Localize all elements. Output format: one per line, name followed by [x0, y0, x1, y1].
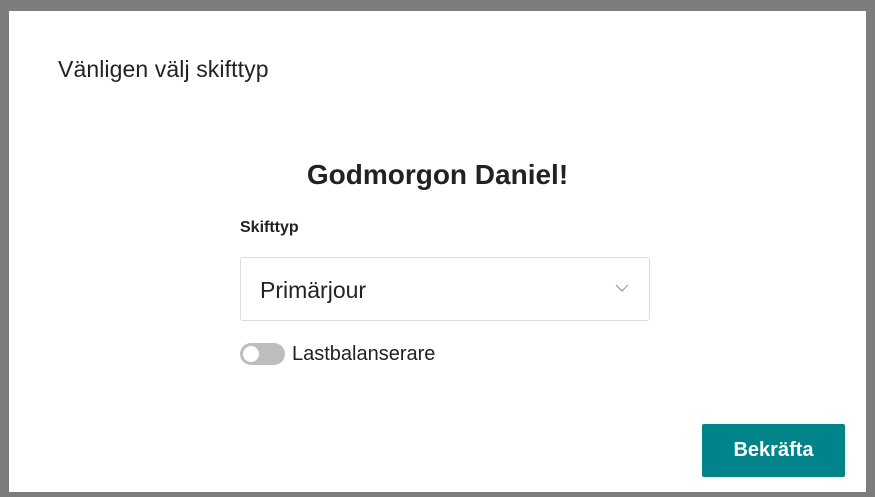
shift-type-label: Skifttyp [240, 219, 299, 236]
shift-type-dialog: Vänligen välj skifttyp Godmorgon Daniel!… [9, 11, 866, 492]
shift-type-selected-value: Primärjour [260, 277, 367, 303]
load-balancer-toggle[interactable] [240, 343, 285, 365]
chevron-down-icon [615, 284, 629, 292]
load-balancer-label: Lastbalanserare [292, 342, 436, 365]
toggle-knob [243, 346, 259, 362]
load-balancer-toggle-row[interactable]: Lastbalanserare [240, 339, 435, 369]
confirm-button[interactable]: Bekräfta [702, 424, 845, 477]
greeting-heading: Godmorgon Daniel! [306, 159, 569, 190]
shift-type-select[interactable]: Primärjour [240, 257, 650, 321]
dialog-title: Vänligen välj skifttyp [58, 56, 269, 82]
